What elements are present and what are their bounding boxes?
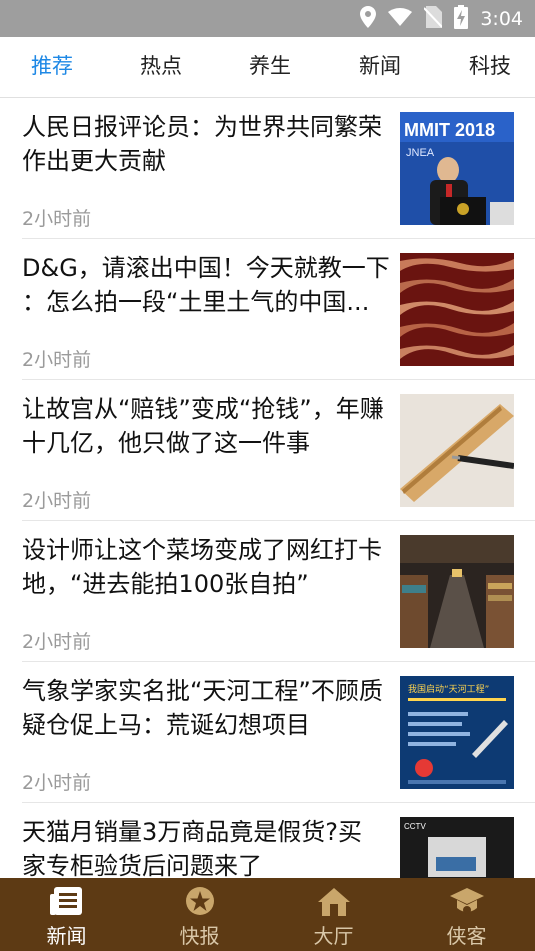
- news-thumbnail: CCTV: [400, 817, 514, 878]
- thumb-subtext: JNEA: [406, 147, 435, 159]
- status-time: 3:04: [480, 7, 523, 30]
- newspaper-icon: [49, 886, 84, 920]
- tab-tech[interactable]: 科技: [450, 37, 530, 97]
- nav-label: 大厅: [313, 924, 354, 948]
- news-item[interactable]: 气象学家实名批“天河工程”不顾质 疑仓促上马：荒诞幻想项目 2小时前 我国启动“…: [0, 662, 535, 803]
- status-bar: 3:04: [0, 0, 535, 37]
- wifi-icon: [388, 7, 413, 30]
- category-tab-bar: 推荐 热点 养生 新闻 科技: [0, 37, 535, 98]
- news-time: 2小时前: [22, 490, 92, 512]
- thumb-text: CCTV: [404, 822, 426, 831]
- nav-knight[interactable]: 侠客: [400, 878, 533, 951]
- no-sim-icon: [423, 5, 444, 32]
- news-title: D&G，请滚出中国！今天就教一下 ：怎么拍一段“土里土气的中国...: [22, 254, 390, 316]
- star-coin-icon: [185, 886, 215, 920]
- graduate-icon: [449, 886, 485, 922]
- news-time: 2小时前: [22, 208, 92, 230]
- news-thumbnail: [400, 253, 514, 366]
- nav-label: 新闻: [46, 924, 87, 948]
- news-title: 设计师让这个菜场变成了网红打卡 地，“进去能拍100张自拍”: [22, 536, 382, 598]
- home-icon: [316, 886, 352, 922]
- news-item[interactable]: 设计师让这个菜场变成了网红打卡 地，“进去能拍100张自拍” 2小时前: [0, 521, 535, 662]
- news-time: 2小时前: [22, 349, 92, 371]
- battery-charging-icon: [454, 4, 469, 33]
- bottom-navigation: 新闻 快报 大厅 侠客: [0, 878, 535, 951]
- location-icon: [360, 5, 377, 32]
- news-item[interactable]: 让故宫从“赔钱”变成“抢钱”，年赚 十几亿，他只做了这一件事 2小时前: [0, 380, 535, 521]
- tab-hot[interactable]: 热点: [121, 37, 201, 97]
- nav-label: 侠客: [446, 924, 487, 948]
- thumb-text: 我国启动“天河工程”: [408, 683, 489, 695]
- news-title: 天猫月销量3万商品竟是假货?买 家专柜验货后问题来了: [22, 818, 363, 878]
- news-title: 气象学家实名批“天河工程”不顾质 疑仓促上马：荒诞幻想项目: [22, 677, 383, 739]
- news-feed[interactable]: 人民日报评论员：为世界共同繁荣 作出更大贡献 2小时前 MMIT 2018 JN…: [0, 98, 535, 878]
- tab-health[interactable]: 养生: [230, 37, 310, 97]
- tab-recommend[interactable]: 推荐: [12, 37, 92, 97]
- news-thumbnail: [400, 535, 514, 648]
- tab-news[interactable]: 新闻: [340, 37, 420, 97]
- nav-news[interactable]: 新闻: [0, 878, 133, 951]
- news-thumbnail: 我国启动“天河工程”: [400, 676, 514, 789]
- nav-hall[interactable]: 大厅: [267, 878, 400, 951]
- nav-label: 快报: [179, 924, 220, 948]
- news-title: 让故宫从“赔钱”变成“抢钱”，年赚 十几亿，他只做了这一件事: [22, 395, 384, 457]
- news-thumbnail: [400, 394, 514, 507]
- news-item[interactable]: 人民日报评论员：为世界共同繁荣 作出更大贡献 2小时前 MMIT 2018 JN…: [0, 98, 535, 239]
- news-time: 2小时前: [22, 631, 92, 653]
- thumb-text: MMIT 2018: [404, 120, 495, 140]
- nav-flash[interactable]: 快报: [133, 878, 266, 951]
- news-time: 2小时前: [22, 772, 92, 794]
- news-item[interactable]: 天猫月销量3万商品竟是假货?买 家专柜验货后问题来了 CCTV: [0, 803, 535, 878]
- news-title: 人民日报评论员：为世界共同繁荣 作出更大贡献: [22, 113, 382, 175]
- news-thumbnail: MMIT 2018 JNEA: [400, 112, 514, 225]
- news-item[interactable]: D&G，请滚出中国！今天就教一下 ：怎么拍一段“土里土气的中国... 2小时前: [0, 239, 535, 380]
